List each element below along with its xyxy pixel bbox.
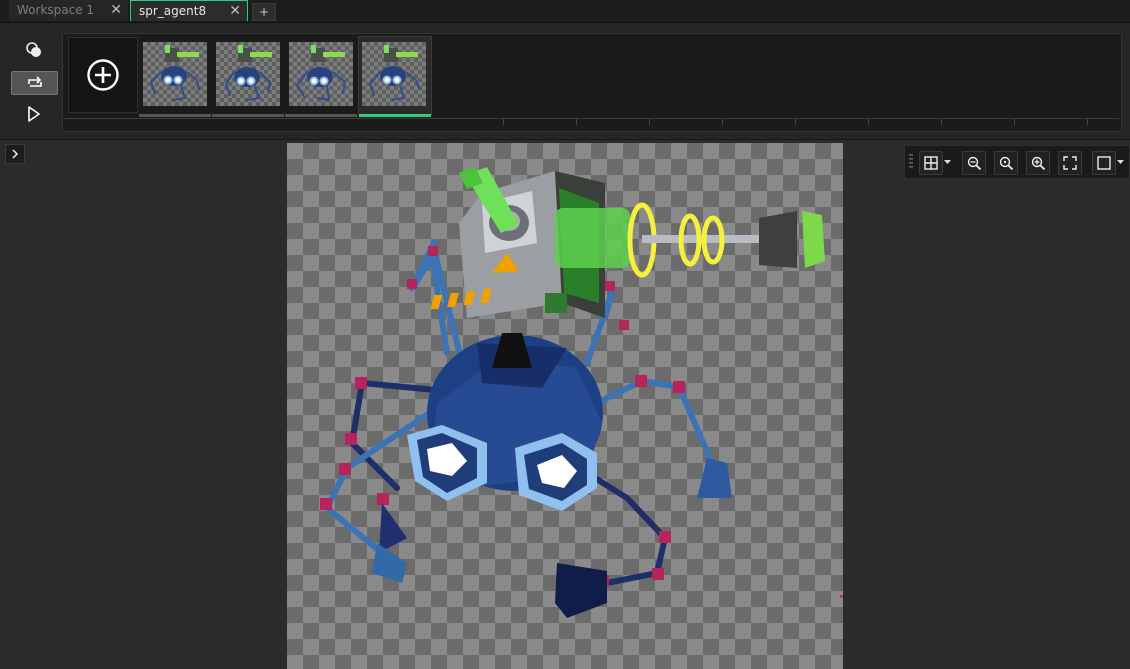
- tab-label: spr_agent8: [139, 4, 207, 18]
- onion-skin-icon: [25, 42, 41, 57]
- sprite-thumbnail: [224, 45, 272, 101]
- loop-icon: [27, 76, 42, 87]
- zoom-reset-button[interactable]: [994, 151, 1018, 175]
- frame-thumbnail-3[interactable]: [289, 42, 353, 106]
- background-dropdown[interactable]: [1116, 151, 1125, 173]
- loop-toggle[interactable]: [11, 71, 58, 95]
- view-toolbar: [904, 145, 1130, 179]
- frame-bar-1: [139, 114, 211, 117]
- close-icon[interactable]: ✕: [110, 0, 122, 21]
- sprite-thumbnail: [368, 45, 421, 101]
- background-color-button[interactable]: [1092, 151, 1116, 175]
- add-frame-icon: [87, 59, 119, 91]
- tab-workspace-1[interactable]: Workspace 1 ✕: [9, 0, 128, 21]
- onion-skin-button[interactable]: [11, 39, 56, 61]
- sprite-thumbnail: [149, 45, 200, 101]
- chevron-right-icon: [12, 149, 19, 159]
- chevron-down-icon: [1117, 159, 1124, 164]
- background-square-icon: [1097, 156, 1111, 170]
- tab-spr-agent8[interactable]: spr_agent8 ✕: [130, 0, 248, 21]
- frame-timeline: [62, 33, 1122, 132]
- frame-thumbnail-2[interactable]: [216, 42, 280, 106]
- play-icon: [27, 106, 40, 122]
- zoom-out-icon: [967, 156, 981, 170]
- sprite-thumbnail: [295, 45, 347, 102]
- frame-thumbnail-4[interactable]: [362, 42, 426, 106]
- zoom-in-icon: [1031, 156, 1045, 170]
- sprite-editor-area: [0, 140, 1130, 669]
- zoom-reset-icon: [999, 156, 1013, 170]
- zoom-in-button[interactable]: [1026, 151, 1050, 175]
- zoom-out-button[interactable]: [962, 151, 986, 175]
- sprite-image: [320, 167, 843, 618]
- tab-label: Workspace 1: [17, 3, 95, 17]
- tab-bar: Workspace 1 ✕ spr_agent8 ✕ +: [0, 0, 1130, 23]
- frame-strip: [0, 23, 1130, 140]
- timeline-ruler: [63, 118, 1119, 129]
- drag-handle-icon[interactable]: [909, 154, 913, 170]
- grid-icon: [924, 156, 938, 170]
- grid-dropdown[interactable]: [943, 151, 952, 173]
- add-frame-button[interactable]: [68, 37, 138, 113]
- add-tab-button[interactable]: +: [252, 3, 276, 21]
- sprite-canvas[interactable]: [287, 143, 843, 669]
- grid-toggle-button[interactable]: [919, 151, 943, 175]
- frame-bar-2: [212, 114, 284, 117]
- close-icon[interactable]: ✕: [229, 1, 241, 22]
- frame-thumbnail-1[interactable]: [143, 42, 207, 106]
- fullscreen-icon: [1063, 156, 1077, 170]
- fit-to-view-button[interactable]: [1058, 151, 1082, 175]
- chevron-down-icon: [944, 159, 951, 164]
- expand-panel-button[interactable]: [5, 144, 25, 164]
- frame-bar-3: [285, 114, 357, 117]
- play-button[interactable]: [11, 103, 56, 125]
- frame-bar-4: [359, 114, 431, 117]
